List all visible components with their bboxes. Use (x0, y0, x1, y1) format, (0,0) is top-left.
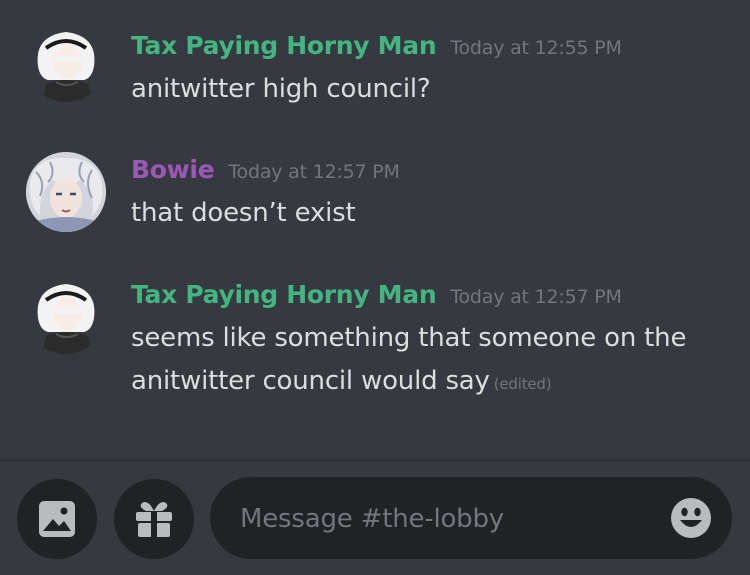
image-icon (39, 501, 75, 537)
message-header: Tax Paying Horny Man Today at 12:57 PM (131, 280, 622, 309)
white-haired-character-avatar-icon (26, 22, 106, 102)
timestamp: Today at 12:55 PM (450, 37, 622, 59)
message-header: Bowie Today at 12:57 PM (131, 155, 400, 184)
avatar[interactable] (26, 152, 106, 232)
gift-icon (136, 502, 172, 537)
upload-image-button[interactable] (17, 479, 97, 559)
gift-button[interactable] (114, 479, 194, 559)
message-input-container (210, 477, 732, 561)
message-text-line: anitwitter council would say (edited) (131, 360, 731, 406)
white-haired-character-avatar-icon (26, 274, 106, 354)
message-text: anitwitter high council? (131, 74, 431, 104)
username[interactable]: Tax Paying Horny Man (131, 31, 437, 60)
username[interactable]: Bowie (131, 155, 215, 184)
avatar[interactable] (26, 274, 106, 354)
message-composer (0, 461, 750, 575)
message-text-line: seems like something that someone on the (131, 323, 687, 353)
emoji-icon[interactable] (670, 497, 712, 539)
message-header: Tax Paying Horny Man Today at 12:55 PM (131, 31, 622, 60)
message-list: Tax Paying Horny Man Today at 12:55 PM an… (0, 0, 750, 460)
message-input[interactable] (238, 477, 642, 561)
chat-window: Tax Paying Horny Man Today at 12:55 PM an… (0, 0, 750, 575)
anime-portrait-avatar-icon (26, 152, 106, 232)
avatar[interactable] (26, 22, 106, 102)
message-text-segment: anitwitter council would say (131, 366, 490, 396)
edited-label: (edited) (493, 375, 552, 393)
timestamp: Today at 12:57 PM (450, 286, 622, 308)
timestamp: Today at 12:57 PM (228, 161, 400, 183)
username[interactable]: Tax Paying Horny Man (131, 280, 437, 309)
message-text: that doesn’t exist (131, 198, 356, 228)
message-text: seems like something that someone on the… (131, 317, 731, 406)
